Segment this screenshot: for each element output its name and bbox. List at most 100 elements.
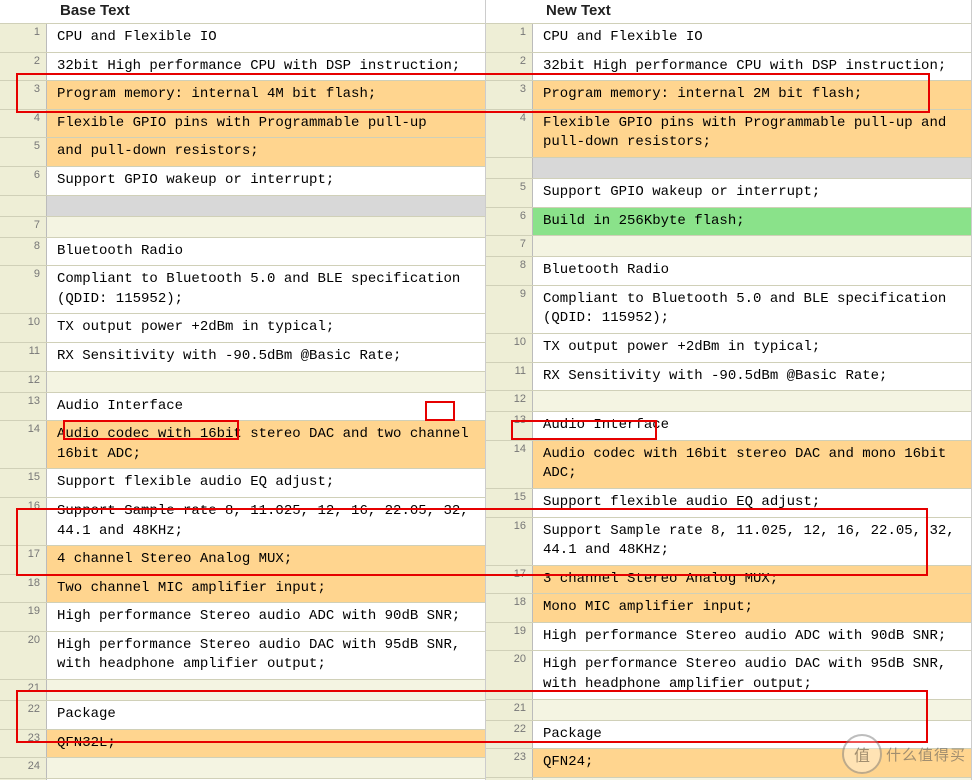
diff-viewer: Base Text 1CPU and Flexible IO232bit Hig… (0, 0, 972, 780)
line-number (486, 158, 533, 178)
line-content: Audio codec with 16bit stereo DAC and tw… (47, 421, 485, 468)
diff-line[interactable]: 3Program memory: internal 4M bit flash; (0, 80, 485, 109)
diff-line[interactable]: 13Audio Interface (0, 392, 485, 421)
diff-line[interactable]: 1CPU and Flexible IO (0, 23, 485, 52)
watermark-badge-icon: 值 (842, 734, 882, 774)
diff-line[interactable]: 21 (0, 679, 485, 700)
line-content: Compliant to Bluetooth 5.0 and BLE speci… (47, 266, 485, 313)
diff-line[interactable]: 7 (486, 235, 971, 256)
line-content: and pull-down resistors; (47, 138, 485, 166)
line-number: 9 (0, 266, 47, 313)
line-number: 22 (0, 701, 47, 729)
line-content: Package (47, 701, 485, 729)
diff-line[interactable]: 23QFN32L; (0, 729, 485, 758)
diff-line[interactable]: 22Package (0, 700, 485, 729)
diff-line[interactable]: 24 (0, 757, 485, 778)
line-content: High performance Stereo audio DAC with 9… (47, 632, 485, 679)
diff-line[interactable]: 8Bluetooth Radio (486, 256, 971, 285)
diff-line[interactable]: 15Support flexible audio EQ adjust; (486, 488, 971, 517)
diff-line[interactable]: 5and pull-down resistors; (0, 137, 485, 166)
diff-line[interactable]: 12 (0, 371, 485, 392)
diff-line[interactable]: 8Bluetooth Radio (0, 237, 485, 266)
line-content: Audio codec with 16bit stereo DAC and mo… (533, 441, 971, 488)
line-number: 19 (486, 623, 533, 651)
line-number: 18 (0, 575, 47, 603)
line-number: 15 (0, 469, 47, 497)
new-header: New Text (486, 0, 971, 23)
diff-line[interactable]: 6Support GPIO wakeup or interrupt; (0, 166, 485, 195)
diff-line[interactable]: 20High performance Stereo audio DAC with… (486, 650, 971, 698)
line-number: 21 (0, 680, 47, 700)
diff-line[interactable]: 173 channel Stereo Analog MUX; (486, 565, 971, 594)
diff-line[interactable]: 14Audio codec with 16bit stereo DAC and … (0, 420, 485, 468)
line-number: 8 (486, 257, 533, 285)
diff-line[interactable]: 19High performance Stereo audio ADC with… (0, 602, 485, 631)
line-content: Mono MIC amplifier input; (533, 594, 971, 622)
diff-line[interactable]: 6Build in 256Kbyte flash; (486, 207, 971, 236)
line-number: 11 (0, 343, 47, 371)
line-number: 7 (486, 236, 533, 256)
diff-container: Base Text 1CPU and Flexible IO232bit Hig… (0, 0, 972, 780)
diff-line[interactable]: 15Support flexible audio EQ adjust; (0, 468, 485, 497)
base-text-pane[interactable]: Base Text 1CPU and Flexible IO232bit Hig… (0, 0, 486, 780)
diff-line[interactable]: 12 (486, 390, 971, 411)
diff-line[interactable]: 18Mono MIC amplifier input; (486, 593, 971, 622)
diff-line[interactable]: 20High performance Stereo audio DAC with… (0, 631, 485, 679)
diff-line[interactable] (486, 157, 971, 178)
diff-line[interactable]: 9Compliant to Bluetooth 5.0 and BLE spec… (486, 285, 971, 333)
line-content: Flexible GPIO pins with Programmable pul… (533, 110, 971, 157)
line-number: 3 (486, 81, 533, 109)
base-header: Base Text (0, 0, 485, 23)
watermark: 值 什么值得买 (842, 734, 966, 774)
new-text-pane[interactable]: New Text 1CPU and Flexible IO232bit High… (486, 0, 972, 780)
diff-line[interactable]: 16Support Sample rate 8, 11.025, 12, 16,… (0, 497, 485, 545)
diff-line[interactable]: 3Program memory: internal 2M bit flash; (486, 80, 971, 109)
line-number: 21 (486, 700, 533, 720)
line-content: Audio Interface (533, 412, 971, 440)
diff-line[interactable]: 4Flexible GPIO pins with Programmable pu… (0, 109, 485, 138)
diff-line[interactable]: 232bit High performance CPU with DSP ins… (0, 52, 485, 81)
line-content: Support flexible audio EQ adjust; (47, 469, 485, 497)
diff-line[interactable]: 4Flexible GPIO pins with Programmable pu… (486, 109, 971, 157)
line-number: 6 (486, 208, 533, 236)
diff-line[interactable]: 10TX output power +2dBm in typical; (0, 313, 485, 342)
line-content: TX output power +2dBm in typical; (533, 334, 971, 362)
line-number: 6 (0, 167, 47, 195)
line-content: High performance Stereo audio DAC with 9… (533, 651, 971, 698)
diff-line[interactable]: 11RX Sensitivity with -90.5dBm @Basic Ra… (0, 342, 485, 371)
diff-line[interactable]: 13Audio Interface (486, 411, 971, 440)
line-number: 1 (486, 24, 533, 52)
line-content: 3 channel Stereo Analog MUX; (533, 566, 971, 594)
diff-line[interactable]: 16Support Sample rate 8, 11.025, 12, 16,… (486, 517, 971, 565)
line-number: 12 (0, 372, 47, 392)
diff-line[interactable]: 174 channel Stereo Analog MUX; (0, 545, 485, 574)
diff-line[interactable]: 7 (0, 216, 485, 237)
line-content: Compliant to Bluetooth 5.0 and BLE speci… (533, 286, 971, 333)
diff-line[interactable]: 19High performance Stereo audio ADC with… (486, 622, 971, 651)
line-content (533, 236, 971, 256)
diff-line[interactable]: 1CPU and Flexible IO (486, 23, 971, 52)
diff-line[interactable]: 21 (486, 699, 971, 720)
diff-line[interactable]: 10TX output power +2dBm in typical; (486, 333, 971, 362)
line-number: 23 (0, 730, 47, 758)
line-number: 9 (486, 286, 533, 333)
diff-line[interactable]: 14Audio codec with 16bit stereo DAC and … (486, 440, 971, 488)
line-content: Support flexible audio EQ adjust; (533, 489, 971, 517)
line-number: 4 (0, 110, 47, 138)
diff-line[interactable]: 11RX Sensitivity with -90.5dBm @Basic Ra… (486, 362, 971, 391)
line-number: 16 (0, 498, 47, 545)
diff-line[interactable]: 18Two channel MIC amplifier input; (0, 574, 485, 603)
line-content: CPU and Flexible IO (47, 24, 485, 52)
line-number: 3 (0, 81, 47, 109)
line-content: RX Sensitivity with -90.5dBm @Basic Rate… (47, 343, 485, 371)
line-number: 20 (486, 651, 533, 698)
diff-line[interactable] (0, 195, 485, 216)
diff-line[interactable]: 232bit High performance CPU with DSP ins… (486, 52, 971, 81)
line-number: 13 (0, 393, 47, 421)
line-number: 8 (0, 238, 47, 266)
diff-line[interactable]: 9Compliant to Bluetooth 5.0 and BLE spec… (0, 265, 485, 313)
line-content (533, 700, 971, 720)
diff-line[interactable]: 5Support GPIO wakeup or interrupt; (486, 178, 971, 207)
line-number: 16 (486, 518, 533, 565)
line-number: 19 (0, 603, 47, 631)
